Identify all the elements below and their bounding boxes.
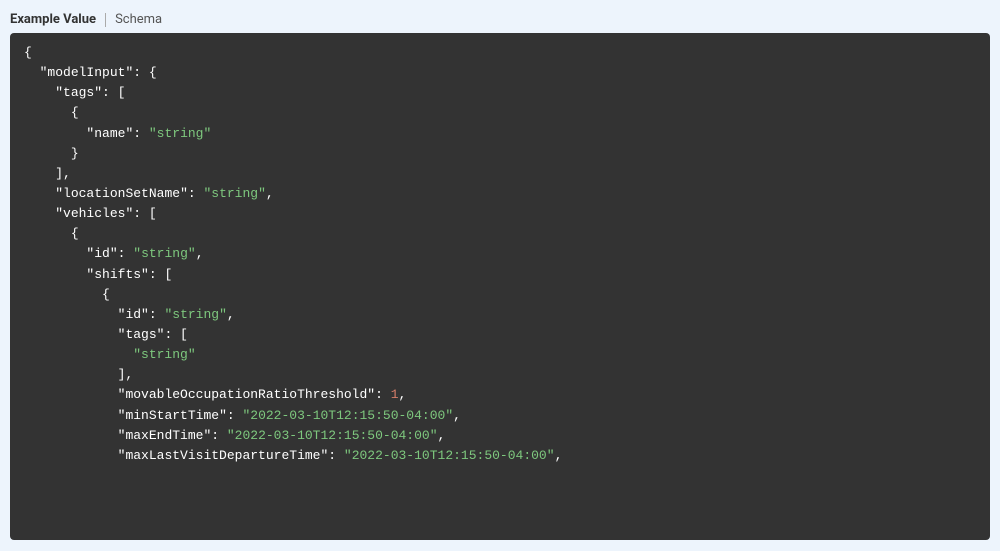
view-tabs: Example Value Schema: [10, 10, 990, 33]
json-key: name: [94, 126, 125, 141]
json-key: modelInput: [47, 65, 125, 80]
json-key: id: [125, 307, 141, 322]
json-string-value: string: [157, 126, 204, 141]
json-number-value: 1: [391, 387, 399, 402]
json-key: tags: [63, 85, 94, 100]
json-string-value: string: [211, 186, 258, 201]
json-string-value: 2022-03-10T12:15:50-04:00: [235, 428, 430, 443]
json-code-block: { "modelInput": { "tags": [ { "name": "s…: [10, 33, 990, 540]
json-key: movableOccupationRatioThreshold: [125, 387, 367, 402]
json-key: minStartTime: [125, 408, 219, 423]
json-key: maxEndTime: [125, 428, 203, 443]
json-key: shifts: [94, 267, 141, 282]
tab-example-value[interactable]: Example Value: [10, 10, 96, 29]
json-string-value: 2022-03-10T12:15:50-04:00: [352, 448, 547, 463]
json-key: tags: [125, 327, 156, 342]
json-key: locationSetName: [63, 186, 180, 201]
json-string-value: string: [141, 246, 188, 261]
response-example-panel: Example Value Schema { "modelInput": { "…: [10, 10, 990, 541]
json-string-value: string: [172, 307, 219, 322]
json-key: id: [94, 246, 110, 261]
json-string-value: string: [141, 347, 188, 362]
tab-divider: [105, 13, 106, 27]
json-string-value: 2022-03-10T12:15:50-04:00: [250, 408, 445, 423]
json-key: maxLastVisitDepartureTime: [125, 448, 320, 463]
tab-schema[interactable]: Schema: [115, 10, 162, 29]
json-key: vehicles: [63, 206, 125, 221]
